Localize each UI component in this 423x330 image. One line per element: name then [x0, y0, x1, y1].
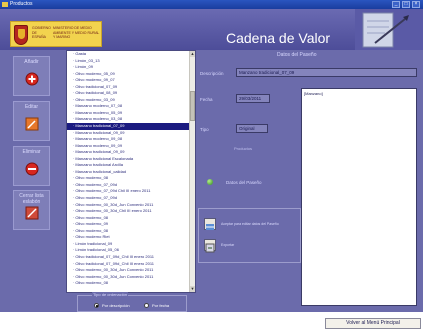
- export-button[interactable]: [204, 239, 216, 253]
- edit-data-label: Aceptar para editar datos del Paseño: [221, 222, 279, 226]
- delete-icon: [25, 162, 39, 176]
- notes-textarea[interactable]: [Manzano]: [301, 88, 417, 306]
- add-label: Añadir: [24, 59, 39, 65]
- edit-button[interactable]: Editar: [13, 101, 50, 141]
- close-button[interactable]: ×: [412, 1, 420, 8]
- type-label: Tipo: [200, 127, 209, 132]
- description-field[interactable]: Manzano tradicional_07_09: [236, 68, 417, 77]
- date-label: Fecha: [200, 97, 213, 102]
- sort-by-date-label: Por fecha: [152, 303, 170, 308]
- list-scrollbar[interactable]: ▲ ▼: [189, 51, 195, 292]
- section-title: Datos del Paseño: [277, 52, 317, 58]
- close-list-label: Cerrar lista eslabón: [19, 193, 44, 205]
- close-list-button[interactable]: Cerrar lista eslabón: [13, 190, 50, 230]
- scroll-thumb[interactable]: [190, 91, 195, 121]
- ministry-logo: GOBIERNO DE ESPAÑA MINISTERIO DE MEDIO A…: [10, 21, 102, 47]
- logo-text-ministry: MINISTERIO DE MEDIO AMBIENTE Y MEDIO RUR…: [53, 26, 100, 39]
- app-title: Cadena de Valor: [226, 30, 331, 46]
- sort-by-description-radio[interactable]: [94, 303, 99, 308]
- scroll-down-arrow-icon[interactable]: ▼: [190, 286, 195, 292]
- delete-label: Eliminar: [22, 149, 41, 155]
- window-controls: _ □ ×: [392, 1, 420, 8]
- document-pen-icon: [355, 9, 423, 50]
- back-to-main-menu-button[interactable]: Volver al Menú Principal: [325, 318, 421, 329]
- product-data-label: Datos del Paseño: [226, 180, 262, 185]
- sort-order-title: Tipo de ordenación: [92, 292, 129, 297]
- sort-order-group: Tipo de ordenación Por descripción Por f…: [77, 292, 187, 312]
- status-dot-icon: [207, 179, 213, 185]
- sort-by-description-label: Por descripción: [102, 303, 130, 308]
- table-icon: [206, 224, 214, 230]
- scroll-up-arrow-icon[interactable]: ▲: [190, 51, 195, 57]
- maximize-button[interactable]: □: [402, 1, 410, 8]
- export-icon: [205, 243, 215, 253]
- window-title: Productos: [10, 1, 33, 7]
- footer-bar: Volver al Menú Principal: [0, 312, 423, 330]
- export-label: Exportar: [221, 243, 235, 247]
- pencil-icon: [25, 206, 39, 220]
- list-item[interactable]: Olivo moderno_08: [67, 280, 195, 287]
- description-label: Descripción: [200, 71, 224, 76]
- crest-icon: [14, 25, 28, 45]
- product-list[interactable]: GastaLimón_03_13Limón_09Olivo moderno_05…: [66, 50, 196, 293]
- edit-label: Editar: [24, 104, 39, 110]
- add-button[interactable]: Añadir: [13, 56, 50, 96]
- add-icon: [25, 72, 39, 86]
- delete-button[interactable]: Eliminar: [13, 146, 50, 186]
- logo-text-government: GOBIERNO DE ESPAÑA: [32, 26, 51, 39]
- date-field[interactable]: 29/03/2011: [236, 94, 270, 103]
- type-field[interactable]: Original: [236, 124, 268, 133]
- window-titlebar: Productos _ □ ×: [0, 0, 423, 9]
- action-panel: Aceptar para editar datos del Paseño Exp…: [198, 208, 301, 263]
- edit-icon: [25, 117, 39, 131]
- app-icon: [2, 2, 8, 7]
- minimize-button[interactable]: _: [392, 1, 400, 8]
- sort-by-date-radio[interactable]: [144, 303, 149, 308]
- edit-data-button[interactable]: [204, 218, 216, 230]
- action-sidebar: Añadir Editar Eliminar Cerrar lista esla…: [0, 50, 63, 312]
- product-list-panel: GastaLimón_03_13Limón_09Olivo moderno_05…: [63, 50, 197, 312]
- details-panel: Datos del Paseño Descripción Manzano tra…: [197, 50, 423, 312]
- products-caption: Productos: [234, 146, 253, 151]
- list-items-container: GastaLimón_03_13Limón_09Olivo moderno_05…: [67, 51, 195, 287]
